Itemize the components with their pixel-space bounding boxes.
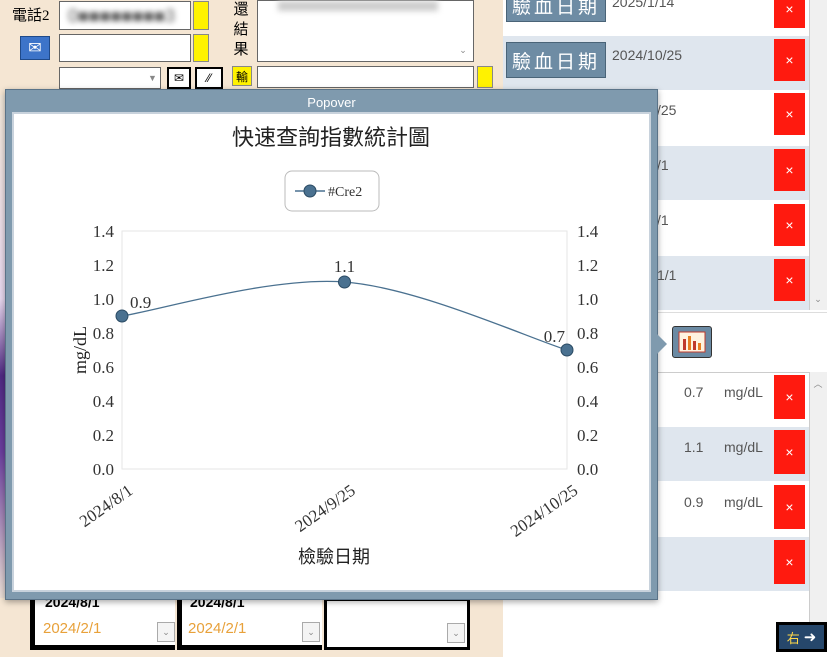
transfuse-flag[interactable]: 輸 bbox=[232, 66, 252, 86]
data-label: 1.1 bbox=[334, 257, 355, 276]
x-axis-label: 檢驗日期 bbox=[298, 547, 370, 567]
delete-button[interactable]: × bbox=[774, 540, 805, 584]
y-tick-label-left: 0.8 bbox=[93, 324, 114, 343]
transfuse-flag-2[interactable] bbox=[477, 66, 493, 88]
y-tick-label-right: 1.4 bbox=[577, 222, 599, 241]
date-cell-1[interactable]: 2024/8/1 2024/2/1 ⌄ bbox=[30, 594, 175, 650]
list-date: /1 bbox=[657, 212, 669, 228]
envelope-icon[interactable]: ✉ bbox=[167, 67, 191, 89]
y-tick-label-left: 1.2 bbox=[93, 256, 114, 275]
chart-container: 快速查詢指數統計圖 #Cre2 0.0 0.0 0.2 0.2 0.4 0.4 0.6 0.6 0.… bbox=[12, 112, 651, 592]
y-tick-label-left: 1.0 bbox=[93, 290, 114, 309]
result-label-area: 還 結果 bbox=[228, 0, 254, 60]
data-label: 0.9 bbox=[130, 293, 151, 312]
value-text: 0.7 bbox=[684, 384, 704, 400]
email-icon[interactable]: ✉ bbox=[20, 36, 50, 60]
y-tick-label-right: 0.4 bbox=[577, 392, 599, 411]
legend-marker bbox=[303, 184, 317, 198]
data-point bbox=[115, 309, 129, 323]
transfuse-field[interactable] bbox=[257, 66, 474, 88]
list-date: 2024/10/25 bbox=[612, 47, 683, 63]
y-tick-label-left: 0.6 bbox=[93, 358, 114, 377]
popover-arrow bbox=[655, 332, 667, 356]
delete-button[interactable]: × bbox=[774, 204, 805, 246]
chart-title: 快速查詢指數統計圖 bbox=[232, 125, 430, 150]
date-label-button[interactable]: 驗血日期 bbox=[506, 0, 606, 22]
delete-button[interactable]: × bbox=[774, 259, 805, 301]
phone-label: 電話2 bbox=[12, 8, 50, 24]
redacted-text bbox=[278, 1, 438, 11]
y-tick-label-left: 0.4 bbox=[93, 392, 115, 411]
y-tick-label-right: 0.2 bbox=[577, 426, 598, 445]
value-text: 1.1 bbox=[684, 439, 704, 455]
email-flag[interactable] bbox=[193, 34, 209, 62]
date-cell-3[interactable]: ⌄ bbox=[324, 598, 470, 650]
chevron-up-icon[interactable]: ︿ bbox=[809, 374, 827, 392]
popover: Popover 快速查詢指數統計圖 #Cre2 0.0 0.0 0.2 0.2 0.4 0.4… bbox=[5, 89, 658, 600]
list-date: /25 bbox=[657, 102, 677, 118]
y-tick-label-right: 0.6 bbox=[577, 358, 598, 377]
series-line bbox=[121, 280, 568, 351]
chevron-down-icon[interactable]: ⌄ bbox=[157, 622, 175, 642]
phone-flag[interactable] bbox=[193, 1, 209, 30]
unit-text: mg/dL bbox=[724, 439, 763, 455]
x-tick-label: 2024/8/1 bbox=[76, 481, 136, 531]
list-date: 1/1 bbox=[657, 267, 677, 283]
scrollbar[interactable] bbox=[809, 0, 827, 310]
result-char: 還 bbox=[233, 1, 249, 18]
phone-field[interactable]: 0■■■■■■■■3 bbox=[59, 1, 191, 30]
y-tick-label-left: 0.0 bbox=[93, 460, 114, 479]
bar-chart-icon bbox=[678, 331, 706, 353]
x-tick-label: 2024/9/25 bbox=[291, 481, 358, 536]
data-point bbox=[338, 275, 351, 289]
result-label: 結果 bbox=[233, 21, 249, 58]
scrollbar[interactable] bbox=[809, 372, 827, 642]
delete-button[interactable]: × bbox=[774, 375, 805, 419]
y-tick-label-right: 0.8 bbox=[577, 324, 598, 343]
y-tick-label-right: 1.0 bbox=[577, 290, 598, 309]
delete-button[interactable]: × bbox=[774, 485, 805, 529]
delete-button[interactable]: × bbox=[774, 0, 805, 28]
chevron-down-icon[interactable]: ⌄ bbox=[809, 290, 827, 308]
y-tick-label-right: 0.0 bbox=[577, 460, 598, 479]
nav-right-button[interactable]: 右 ➜ bbox=[776, 622, 827, 652]
date-cell-2[interactable]: 2024/8/1 2024/2/1 ⌄ bbox=[177, 594, 322, 650]
chevron-down-icon[interactable]: ⌄ bbox=[447, 623, 465, 643]
chevron-down-icon[interactable]: ▼ bbox=[145, 68, 160, 88]
date-label-button[interactable]: 驗血日期 bbox=[506, 42, 606, 78]
data-label: 0.7 bbox=[544, 327, 566, 346]
attach-icon[interactable]: ⁄⁄ bbox=[195, 67, 223, 89]
legend-label: #Cre2 bbox=[328, 185, 362, 200]
unit-text: mg/dL bbox=[724, 494, 763, 510]
delete-button[interactable]: × bbox=[774, 430, 805, 474]
arrow-right-icon: ➜ bbox=[803, 629, 817, 646]
y-tick-label-left: 0.2 bbox=[93, 426, 114, 445]
line-chart: 快速查詢指數統計圖 #Cre2 0.0 0.0 0.2 0.2 0.4 0.4 0.6 0.6 0.… bbox=[70, 125, 599, 567]
chevron-down-icon[interactable]: ⌄ bbox=[455, 42, 471, 58]
value-text: 0.9 bbox=[684, 494, 704, 510]
chart-button[interactable] bbox=[672, 326, 712, 358]
email-field[interactable] bbox=[59, 34, 191, 62]
y-axis-label: mg/dL bbox=[70, 326, 90, 374]
delete-button[interactable]: × bbox=[774, 39, 805, 81]
chevron-down-icon[interactable]: ⌄ bbox=[302, 622, 320, 642]
list-date: /1 bbox=[657, 157, 669, 173]
popover-title: Popover bbox=[307, 95, 356, 110]
unit-text: mg/dL bbox=[724, 384, 763, 400]
delete-button[interactable]: × bbox=[774, 93, 805, 135]
y-tick-label-left: 1.4 bbox=[93, 222, 115, 241]
y-tick-label-right: 1.2 bbox=[577, 256, 598, 275]
delete-button[interactable]: × bbox=[774, 149, 805, 191]
x-tick-label: 2024/10/25 bbox=[507, 481, 581, 541]
app-window: { "left_panel": { "phone_label": "電話2", … bbox=[0, 0, 827, 657]
result-textarea[interactable] bbox=[257, 0, 474, 62]
list-date: 2025/1/14 bbox=[612, 0, 675, 10]
